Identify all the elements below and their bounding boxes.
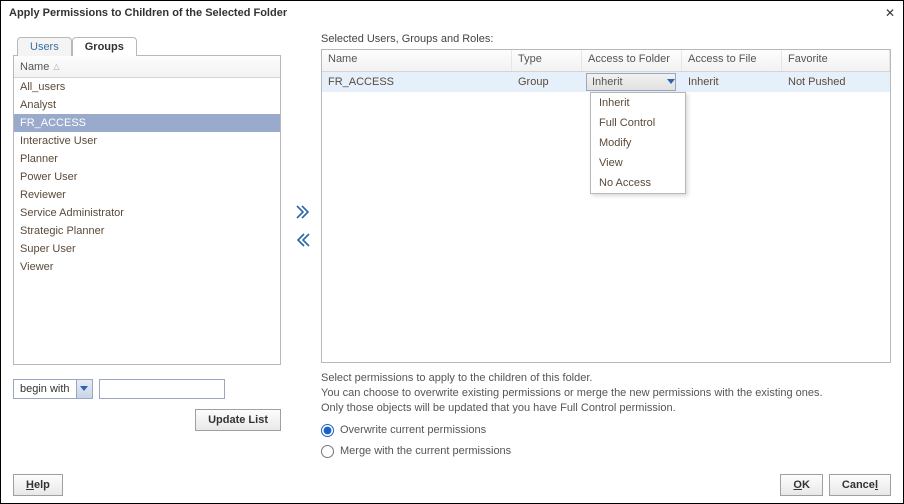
cancel-pre: Cance <box>842 479 875 491</box>
radio-overwrite-input[interactable] <box>321 424 334 437</box>
cancel-button[interactable]: Cancel <box>829 474 891 496</box>
access-folder-combo[interactable]: Inherit <box>586 73 676 91</box>
dropdown-option[interactable]: Modify <box>591 133 685 153</box>
chevron-down-icon <box>76 380 92 398</box>
dropdown-option[interactable]: Full Control <box>591 113 685 133</box>
title-bar: Apply Permissions to Children of the Sel… <box>1 1 903 25</box>
dropdown-option[interactable]: No Access <box>591 173 685 193</box>
dialog-footer: Help OK Cancel <box>1 467 903 503</box>
list-item[interactable]: Strategic Planner <box>14 222 280 240</box>
info-line-3: Only those objects will be updated that … <box>321 401 891 416</box>
list-item[interactable]: Analyst <box>14 96 280 114</box>
access-folder-value: Inherit <box>587 76 667 88</box>
col-header-access-folder[interactable]: Access to Folder <box>582 50 682 71</box>
chevron-down-icon <box>667 79 675 85</box>
groups-header-label: Name <box>20 61 49 73</box>
list-item[interactable]: Viewer <box>14 258 280 276</box>
ok-button[interactable]: OK <box>780 474 823 496</box>
filter-mode-value: begin with <box>14 383 76 395</box>
list-item[interactable]: Reviewer <box>14 186 280 204</box>
list-item[interactable]: All_users <box>14 78 280 96</box>
cell-name: FR_ACCESS <box>322 76 512 88</box>
list-item[interactable]: Power User <box>14 168 280 186</box>
tab-strip: Users Groups <box>17 33 281 55</box>
shuttle-controls <box>291 205 315 247</box>
info-line-2: You can choose to overwrite existing per… <box>321 386 891 401</box>
radio-merge-input[interactable] <box>321 445 334 458</box>
tab-groups[interactable]: Groups <box>72 37 137 56</box>
move-left-icon[interactable] <box>296 233 310 247</box>
cancel-mnemonic: l <box>875 479 878 491</box>
ok-rest: K <box>802 479 810 491</box>
cell-access-file: Inherit <box>682 76 782 88</box>
col-header-name[interactable]: Name <box>322 50 512 71</box>
list-item[interactable]: Planner <box>14 150 280 168</box>
list-item[interactable]: FR_ACCESS <box>14 114 280 132</box>
list-item[interactable]: Interactive User <box>14 132 280 150</box>
close-icon[interactable]: ✕ <box>885 6 895 20</box>
groups-list-box: Name △ All_usersAnalystFR_ACCESSInteract… <box>13 55 281 365</box>
radio-merge[interactable]: Merge with the current permissions <box>321 445 891 458</box>
update-list-button[interactable]: Update List <box>195 409 281 431</box>
info-line-1: Select permissions to apply to the child… <box>321 371 891 386</box>
dropdown-option[interactable]: Inherit <box>591 93 685 113</box>
cell-type: Group <box>512 76 582 88</box>
radio-overwrite-label: Overwrite current permissions <box>340 424 486 436</box>
col-header-favorite[interactable]: Favorite <box>782 50 890 71</box>
update-list-row: Update List <box>13 409 281 431</box>
access-folder-dropdown: InheritFull ControlModifyViewNo Access <box>590 92 686 194</box>
sort-ascending-icon: △ <box>53 62 59 71</box>
radio-merge-label: Merge with the current permissions <box>340 445 511 457</box>
dropdown-option[interactable]: View <box>591 153 685 173</box>
dialog-body: Users Groups Name △ All_usersAnalystFR_A… <box>1 25 903 467</box>
ok-mnemonic: O <box>793 479 802 491</box>
radio-overwrite[interactable]: Overwrite current permissions <box>321 424 891 437</box>
move-right-icon[interactable] <box>296 205 310 219</box>
selected-label: Selected Users, Groups and Roles: <box>321 33 891 45</box>
col-header-access-file[interactable]: Access to File <box>682 50 782 71</box>
help-button[interactable]: Help <box>13 474 63 496</box>
groups-list-body: All_usersAnalystFR_ACCESSInteractive Use… <box>14 78 280 276</box>
filter-row: begin with <box>13 379 281 399</box>
dialog-title: Apply Permissions to Children of the Sel… <box>9 7 885 19</box>
dialog-window: Apply Permissions to Children of the Sel… <box>0 0 904 504</box>
col-header-type[interactable]: Type <box>512 50 582 71</box>
list-item[interactable]: Service Administrator <box>14 204 280 222</box>
filter-mode-combo[interactable]: begin with <box>13 379 93 399</box>
cell-favorite: Not Pushed <box>782 76 890 88</box>
groups-list-header[interactable]: Name △ <box>14 56 280 78</box>
grid-header: Name Type Access to Folder Access to Fil… <box>322 50 890 72</box>
filter-text-input[interactable] <box>99 379 225 399</box>
info-text: Select permissions to apply to the child… <box>321 371 891 416</box>
left-panel: Users Groups Name △ All_usersAnalystFR_A… <box>13 33 281 431</box>
right-panel: Selected Users, Groups and Roles: Name T… <box>321 33 891 458</box>
list-item[interactable]: Super User <box>14 240 280 258</box>
permissions-grid: Name Type Access to Folder Access to Fil… <box>321 49 891 363</box>
help-mnemonic: H <box>26 479 34 491</box>
grid-row[interactable]: FR_ACCESS Group Inherit Inherit Not Push… <box>322 72 890 92</box>
help-rest: elp <box>34 479 50 491</box>
cell-access-folder: Inherit <box>582 73 682 91</box>
tab-users[interactable]: Users <box>17 37 72 56</box>
